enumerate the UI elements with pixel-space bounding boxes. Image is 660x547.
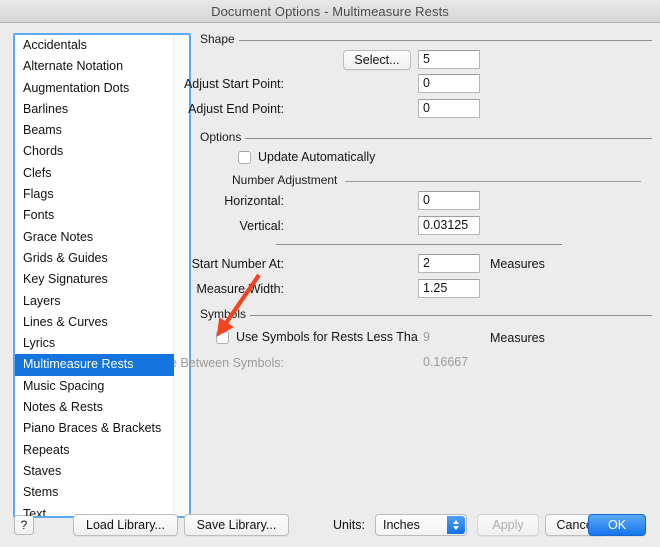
start-number-row: Start Number At: 2 Measures: [192, 254, 652, 273]
sidebar-item-grids-guides[interactable]: Grids & Guides: [15, 248, 174, 269]
adjust-end-point-label: Adjust End Point:: [188, 101, 284, 116]
number-adjustment-subgroup: Number Adjustment: [200, 173, 652, 187]
sidebar-item-chords[interactable]: Chords: [15, 141, 174, 162]
options-group: Options: [200, 130, 652, 144]
window-title: Document Options - Multimeasure Rests: [211, 3, 449, 19]
help-button[interactable]: ?: [14, 515, 34, 535]
adjust-end-point-row: Adjust End Point: 0: [188, 99, 652, 118]
measure-width-row: Measure Width: 1.25: [196, 279, 652, 298]
vertical-field[interactable]: 0.03125: [418, 216, 480, 235]
sidebar-item-lines-curves[interactable]: Lines & Curves: [15, 312, 174, 333]
start-number-suffix: Measures: [490, 256, 545, 271]
sidebar-item-flags[interactable]: Flags: [15, 184, 174, 205]
horizontal-label: Horizontal:: [224, 193, 284, 208]
shape-group-rule: [238, 39, 652, 41]
settings-panel: Shape Select... 5 Adjust Start Point: 0 …: [142, 23, 652, 547]
vertical-row: Vertical: 0.03125: [200, 216, 652, 235]
sidebar-item-piano-braces-brackets[interactable]: Piano Braces & Brackets: [15, 418, 174, 439]
update-automatically-label: Update Automatically: [258, 150, 376, 164]
sidebar-item-key-signatures[interactable]: Key Signatures: [15, 269, 174, 290]
chevron-updown-icon: [447, 516, 465, 534]
sidebar-item-lyrics[interactable]: Lyrics: [15, 333, 174, 354]
save-library-button[interactable]: Save Library...: [184, 514, 289, 536]
use-symbols-label: Use Symbols for Rests Less Than:: [236, 330, 429, 344]
options-group-title: Options: [200, 130, 242, 144]
space-between-symbols-field[interactable]: 0.16667: [418, 353, 480, 372]
number-adjustment-bottom-rule: [276, 244, 562, 245]
update-automatically-row[interactable]: Update Automatically: [238, 149, 375, 165]
apply-button[interactable]: Apply: [477, 514, 539, 536]
shape-select-row: Select... 5: [200, 49, 652, 70]
adjust-start-point-label: Adjust Start Point:: [183, 76, 284, 91]
adjust-start-point-field[interactable]: 0: [418, 74, 480, 93]
start-number-label: Start Number At:: [191, 256, 284, 271]
window-title-bar: Document Options - Multimeasure Rests: [0, 0, 660, 23]
measure-width-label: Measure Width:: [196, 281, 284, 296]
measure-width-field[interactable]: 1.25: [418, 279, 480, 298]
category-list-scrollbar[interactable]: [173, 35, 189, 516]
sidebar-item-accidentals[interactable]: Accidentals: [15, 35, 174, 56]
dialog-content: Accidentals Alternate Notation Augmentat…: [0, 23, 660, 547]
shape-value-field[interactable]: 5: [418, 50, 480, 69]
update-automatically-checkbox[interactable]: [238, 150, 251, 164]
sidebar-item-text[interactable]: Text: [15, 504, 174, 516]
sidebar-item-stems[interactable]: Stems: [15, 482, 174, 503]
symbols-group: Symbols: [200, 307, 652, 321]
units-select-value: Inches: [383, 518, 420, 532]
adjust-end-point-field[interactable]: 0: [418, 99, 480, 118]
sidebar-item-fonts[interactable]: Fonts: [15, 205, 174, 226]
options-group-header: Options: [200, 130, 652, 144]
symbols-group-header: Symbols: [200, 307, 652, 321]
use-symbols-field[interactable]: 9: [418, 328, 480, 347]
shape-group-title: Shape: [200, 32, 235, 46]
sidebar-item-notes-rests[interactable]: Notes & Rests: [15, 397, 174, 418]
symbols-group-rule: [250, 314, 652, 316]
sidebar-item-multimeasure-rests[interactable]: Multimeasure Rests: [15, 354, 174, 376]
category-list-inner: Accidentals Alternate Notation Augmentat…: [15, 35, 189, 516]
sidebar-item-clefs[interactable]: Clefs: [15, 163, 174, 184]
use-symbols-suffix: Measures: [490, 330, 545, 345]
horizontal-row: Horizontal: 0: [200, 191, 652, 210]
ok-button[interactable]: OK: [588, 514, 646, 536]
space-between-symbols-row: Space Between Symbols: 0.16667: [142, 353, 652, 372]
category-list[interactable]: Accidentals Alternate Notation Augmentat…: [13, 33, 191, 518]
sidebar-item-staves[interactable]: Staves: [15, 461, 174, 482]
sidebar-item-alternate-notation[interactable]: Alternate Notation: [15, 56, 174, 77]
sidebar-item-beams[interactable]: Beams: [15, 120, 174, 141]
sidebar-item-music-spacing[interactable]: Music Spacing: [15, 376, 174, 397]
use-symbols-row: Use Symbols for Rests Less Than: 9 Measu…: [200, 328, 652, 347]
sidebar-item-repeats[interactable]: Repeats: [15, 440, 174, 461]
options-group-rule: [245, 137, 652, 139]
use-symbols-checkbox-wrap[interactable]: Use Symbols for Rests Less Than:: [216, 329, 428, 345]
sidebar-item-grace-notes[interactable]: Grace Notes: [15, 227, 174, 248]
horizontal-field[interactable]: 0: [418, 191, 480, 210]
sidebar-item-augmentation-dots[interactable]: Augmentation Dots: [15, 78, 174, 99]
sidebar-item-barlines[interactable]: Barlines: [15, 99, 174, 120]
shape-group: Shape: [200, 32, 652, 46]
units-label: Units:: [333, 518, 365, 532]
use-symbols-checkbox[interactable]: [216, 330, 229, 344]
select-shape-button[interactable]: Select...: [343, 49, 411, 70]
sidebar-item-layers[interactable]: Layers: [15, 291, 174, 312]
number-adjustment-header: Number Adjustment: [232, 173, 652, 187]
number-adjustment-title: Number Adjustment: [232, 173, 338, 187]
shape-group-header: Shape: [200, 32, 652, 46]
adjust-start-point-row: Adjust Start Point: 0: [184, 74, 652, 93]
units-select[interactable]: Inches: [375, 514, 467, 536]
load-library-button[interactable]: Load Library...: [73, 514, 178, 536]
start-number-field[interactable]: 2: [418, 254, 480, 273]
number-adjustment-rule: [345, 180, 642, 182]
vertical-label: Vertical:: [239, 218, 284, 233]
symbols-group-title: Symbols: [200, 307, 247, 321]
